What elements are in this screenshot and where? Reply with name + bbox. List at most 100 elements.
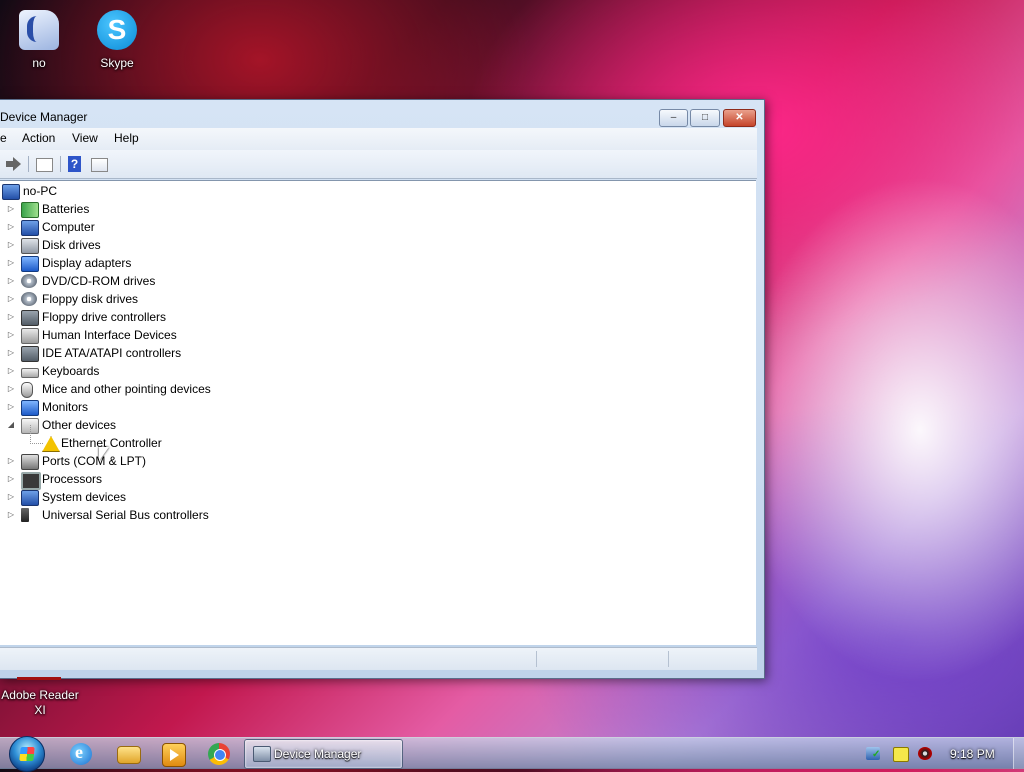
tree-root[interactable]: no-PC [0,182,756,200]
monitor-icon [21,400,39,416]
tree-category[interactable]: ▷ Floppy disk drives [0,290,756,308]
collapsed-arrow-icon[interactable]: ▷ [6,254,16,272]
desktop-icon-no[interactable]: no [4,10,74,70]
tree-category[interactable]: ▷ Processors [0,470,756,490]
disk-drive-icon [21,238,39,254]
collapsed-arrow-icon[interactable]: ▷ [6,236,16,254]
collapsed-arrow-icon[interactable]: ▷ [6,200,16,218]
expanded-arrow-icon[interactable]: ◢ [6,416,16,434]
properties-icon[interactable] [91,158,108,172]
tree-category[interactable]: ▷ Batteries [0,200,756,218]
desktop-icon-skype[interactable]: S Skype [82,10,152,70]
collapsed-arrow-icon[interactable]: ▷ [6,326,16,344]
action-center-flag-icon[interactable] [893,747,909,762]
toolbar-separator [28,156,29,172]
desktop-icon-adobe-reader[interactable]: Adobe Reader XI [0,688,80,718]
status-bar [0,647,757,670]
show-hide-console-tree-icon[interactable] [36,158,53,172]
menu-file[interactable]: e [0,131,7,145]
tray-app-icon[interactable] [918,747,932,760]
help-icon[interactable]: ? [68,156,81,172]
tree-category[interactable]: ◢ Other devices [0,416,756,434]
collapsed-arrow-icon[interactable]: ▷ [6,272,16,290]
tree-category[interactable]: ▷ Universal Serial Bus controllers [0,506,756,524]
port-icon [21,454,39,470]
tree-category-label: Disk drives [42,238,101,252]
collapsed-arrow-icon[interactable]: ▷ [6,452,16,470]
tree-category-label: Floppy disk drives [42,292,139,306]
maximize-button[interactable]: □ [690,109,720,127]
menu-view[interactable]: View [72,131,98,145]
minimize-button[interactable]: – [659,109,688,127]
taskbar-device-manager-button[interactable]: Device Manager [244,739,403,769]
tree-category-label: DVD/CD-ROM drives [42,274,156,288]
cd-drive-icon [21,274,37,288]
tree-category[interactable]: ▷ System devices [0,488,756,506]
collapsed-arrow-icon[interactable]: ▷ [6,470,16,488]
tree-category-label: Batteries [42,202,90,216]
tree-category[interactable]: ▷ Monitors [0,398,756,416]
forward-icon[interactable] [4,156,22,172]
clock[interactable]: 9:18 PM [950,747,995,761]
taskbar: Device Manager 9:18 PM [0,736,1024,772]
battery-icon [21,202,39,218]
tree-category-label: Monitors [42,400,89,414]
tree-category[interactable]: ▷ Human Interface Devices [0,326,756,344]
device-tree: no-PC ▷ Batteries ▷ Computer ▷ Disk drives ▷ Dis… [0,180,756,645]
ide-controller-icon [21,346,39,362]
tree-category[interactable]: ▷ IDE ATA/ATAPI controllers [0,344,756,362]
tree-category-label: Keyboards [42,364,100,378]
collapsed-arrow-icon[interactable]: ▷ [6,506,16,524]
tree-category[interactable]: ▷ Keyboards [0,362,756,380]
media-player-icon[interactable] [162,743,186,767]
collapsed-arrow-icon[interactable]: ▷ [6,218,16,236]
tree-category-label: Mice and other pointing devices [42,382,211,396]
tree-category-label: Processors [42,472,103,486]
floppy-disk-icon [21,292,37,306]
skype-icon: S [97,10,137,50]
close-button[interactable]: ✕ [723,109,756,127]
tree-category[interactable]: ▷ Computer [0,218,756,236]
collapsed-arrow-icon[interactable]: ▷ [6,344,16,362]
usb-icon [21,508,29,522]
collapsed-arrow-icon[interactable]: ▷ [6,362,16,380]
tree-category-label: System devices [42,490,127,504]
window-title: Device Manager [0,110,88,124]
computer-icon [21,220,39,236]
tree-device[interactable]: Ethernet Controller [0,425,756,452]
menu-help[interactable]: Help [114,131,139,145]
tree-device-label: Ethernet Controller [61,436,162,450]
menu-bar: e Action View Help [0,128,757,150]
toolbar-separator [60,156,61,172]
tree-category-label: Computer [42,220,95,234]
start-button[interactable] [9,736,45,772]
tree-category[interactable]: ▷ Disk drives [0,236,756,254]
device-manager-icon [253,746,271,762]
tree-root-label: no-PC [23,184,58,198]
internet-explorer-icon[interactable] [70,742,92,765]
show-desktop-button[interactable] [1013,738,1024,769]
chrome-icon[interactable] [208,743,230,765]
display-adapter-icon [21,256,39,272]
tree-category[interactable]: ▷ Ports (COM & LPT) [0,452,756,470]
warning-device-icon [42,436,60,452]
user-folder-icon [19,10,59,50]
mouse-icon [21,382,33,398]
collapsed-arrow-icon[interactable]: ▷ [6,290,16,308]
status-divider [536,651,537,667]
mouse-cursor-icon [99,447,101,449]
network-icon[interactable] [866,747,880,760]
tree-category-label: Floppy drive controllers [42,310,167,324]
collapsed-arrow-icon[interactable]: ▷ [6,308,16,326]
menu-action[interactable]: Action [22,131,55,145]
tree-category[interactable]: ▷ DVD/CD-ROM drives [0,272,756,290]
tree-category[interactable]: ▷ Mice and other pointing devices [0,380,756,398]
tree-category-label: Other devices [42,418,117,432]
tree-category[interactable]: ▷ Display adapters [0,254,756,272]
collapsed-arrow-icon[interactable]: ▷ [6,488,16,506]
tree-category-label: Human Interface Devices [42,328,177,342]
collapsed-arrow-icon[interactable]: ▷ [6,398,16,416]
tree-category[interactable]: ▷ Floppy drive controllers [0,308,756,326]
collapsed-arrow-icon[interactable]: ▷ [6,380,16,398]
folder-icon[interactable] [117,746,141,764]
